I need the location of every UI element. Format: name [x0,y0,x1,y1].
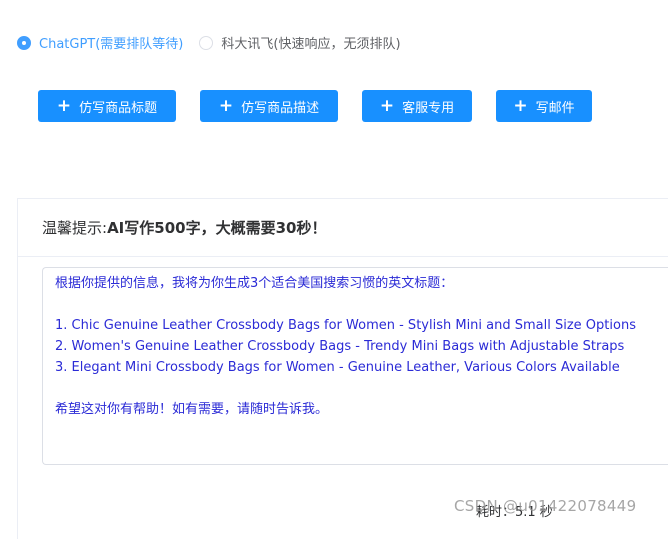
notice-emphasis: AI写作500字，大概需要30秒！ [107,219,327,237]
rewrite-description-button[interactable]: + 仿写商品描述 [200,90,338,122]
plus-icon: + [513,95,528,116]
output-item: 2. Women's Genuine Leather Crossbody Bag… [55,339,625,354]
result-panel: 温馨提示: AI写作500字，大概需要30秒！ 根据你提供的信息，我将为你生成3… [17,198,668,539]
output-textarea[interactable]: 根据你提供的信息，我将为你生成3个适合美国搜索习惯的英文标题： 1. Chic … [42,267,668,465]
customer-service-button[interactable]: + 客服专用 [362,90,472,122]
watermark: CSDN @u014220784​49 [454,497,637,515]
engine-option-label: 科大讯飞(快速响应，无须排队) [221,37,401,52]
button-label: 仿写商品描述 [241,100,320,116]
output-intro: 根据你提供的信息，我将为你生成3个适合美国搜索习惯的英文标题： [55,276,454,291]
engine-option-xunfei[interactable]: 科大讯飞(快速响应，无须排队) [199,33,401,52]
action-button-row: + 仿写商品标题 + 仿写商品描述 + 客服专用 + 写邮件 [38,90,592,122]
rewrite-title-button[interactable]: + 仿写商品标题 [38,90,176,122]
engine-selector: ChatGPT(需要排队等待) 科大讯飞(快速响应，无须排队) [17,33,417,52]
button-label: 客服专用 [402,100,455,116]
radio-checked-icon[interactable] [17,35,31,50]
notice-prefix: 温馨提示: [42,219,108,237]
radio-unchecked-icon[interactable] [199,35,214,50]
plus-icon: + [379,95,395,116]
engine-option-label: ChatGPT(需要排队等待) [39,37,184,52]
output-closing: 希望这对你有帮助！如有需要，请随时告诉我。 [55,402,329,417]
write-email-button[interactable]: + 写邮件 [496,90,592,122]
button-label: 写邮件 [535,100,575,116]
plus-icon: + [56,95,72,116]
notice-header: 温馨提示: AI写作500字，大概需要30秒！ [18,199,668,257]
output-item: 1. Chic Genuine Leather Crossbody Bags f… [55,318,636,333]
plus-icon: + [218,95,234,116]
engine-option-chatgpt[interactable]: ChatGPT(需要排队等待) [17,33,183,52]
output-item: 3. Elegant Mini Crossbody Bags for Women… [55,360,620,375]
button-label: 仿写商品标题 [79,100,158,116]
